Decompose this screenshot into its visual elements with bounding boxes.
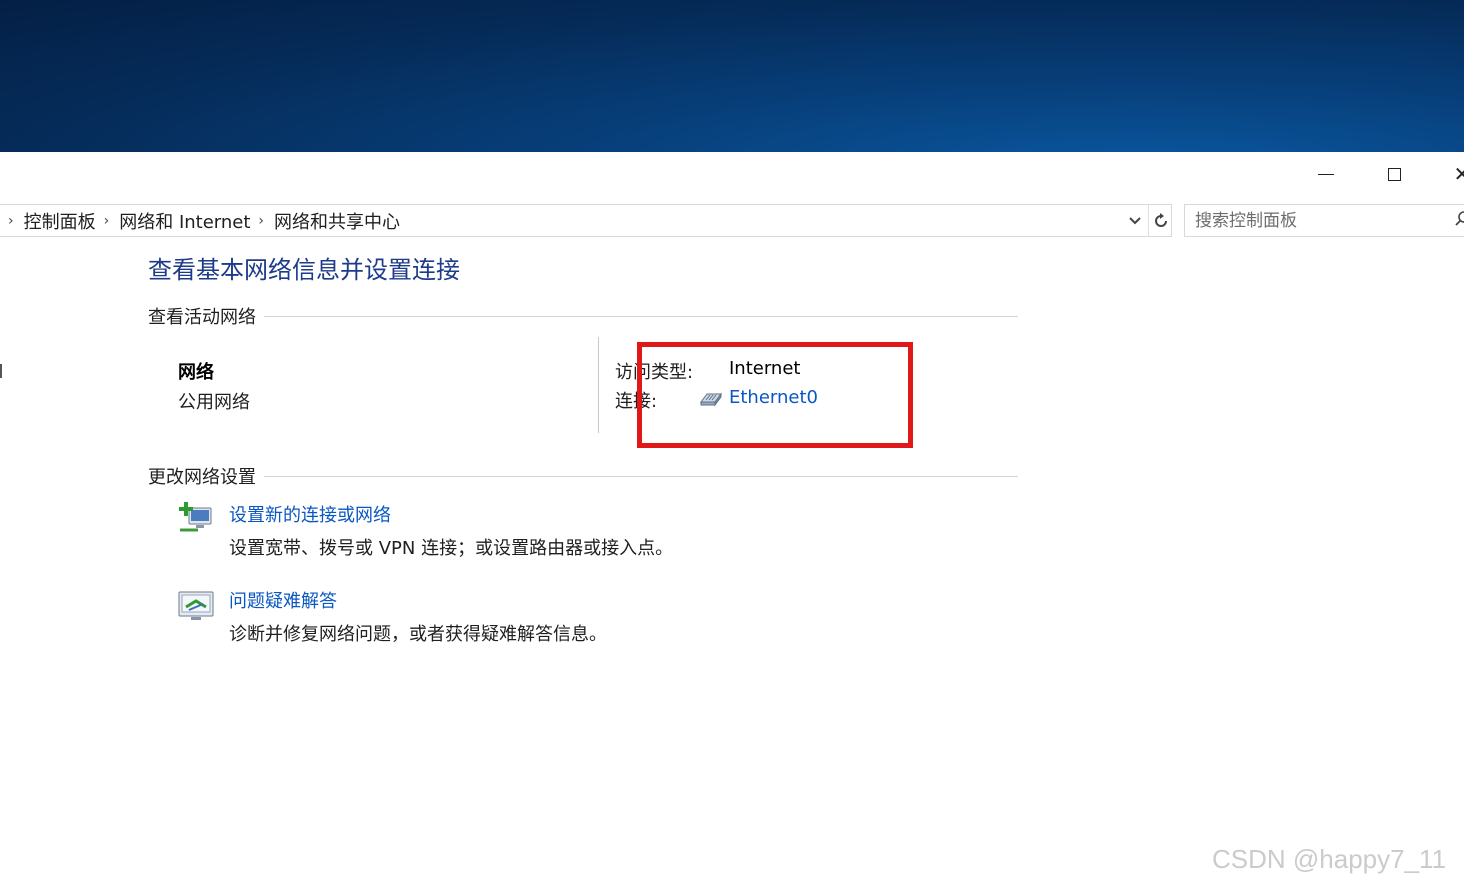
vertical-divider	[598, 337, 599, 433]
maximize-button[interactable]	[1360, 152, 1428, 196]
control-panel-window: ✕ › 控制面板 › 网络和 Internet › 网络和共享中心 查看基本网络…	[0, 152, 1464, 885]
maximize-icon	[1387, 167, 1401, 181]
breadcrumb-control-panel[interactable]: 控制面板	[24, 208, 96, 234]
chevron-right-icon[interactable]: ›	[8, 213, 14, 229]
network-name: 网络	[178, 362, 214, 383]
section-change-settings: 更改网络设置	[148, 463, 1018, 489]
watermark: CSDN @happy7_11	[1212, 844, 1447, 874]
breadcrumb-network-sharing-center[interactable]: 网络和共享中心	[274, 208, 400, 234]
breadcrumb-network-internet[interactable]: 网络和 Internet	[119, 208, 250, 234]
address-bar[interactable]: › 控制面板 › 网络和 Internet › 网络和共享中心	[0, 204, 1172, 237]
access-type-label: 访问类型:	[615, 362, 694, 383]
search-box[interactable]	[1184, 204, 1464, 237]
section-active-networks: 查看活动网络	[148, 303, 1018, 329]
troubleshoot-icon	[178, 591, 214, 620]
close-button[interactable]: ✕	[1428, 152, 1464, 196]
chevron-right-icon[interactable]: ›	[104, 213, 110, 229]
network-category-link[interactable]: 公用网络	[178, 388, 250, 414]
section-title: 查看活动网络	[148, 307, 256, 328]
section-divider	[264, 315, 1018, 317]
chevron-down-icon[interactable]	[1124, 205, 1146, 236]
ethernet-adapter-icon	[700, 392, 722, 407]
setup-new-connection-desc: 设置宽带、拨号或 VPN 连接；或设置路由器或接入点。	[229, 538, 674, 559]
access-type-value: Internet	[729, 358, 801, 379]
search-input[interactable]	[1185, 204, 1447, 237]
connection-label: 连接:	[615, 391, 658, 412]
section-divider	[264, 475, 1018, 477]
chevron-right-icon[interactable]: ›	[258, 213, 264, 229]
ethernet-connection-link[interactable]: Ethernet0	[729, 387, 818, 408]
minimize-button[interactable]	[1292, 152, 1360, 196]
sidebar-edge-mark	[0, 364, 5, 378]
section-title: 更改网络设置	[148, 467, 256, 488]
page-title: 查看基本网络信息并设置连接	[148, 256, 460, 284]
search-icon[interactable]	[1455, 211, 1464, 231]
troubleshoot-link[interactable]: 问题疑难解答	[229, 587, 337, 613]
refresh-icon[interactable]	[1148, 205, 1173, 236]
minimize-icon	[1318, 173, 1334, 175]
close-icon: ✕	[1453, 162, 1464, 186]
title-bar: ✕	[0, 152, 1464, 196]
desktop-background	[0, 0, 1464, 152]
setup-new-connection-link[interactable]: 设置新的连接或网络	[229, 501, 391, 527]
troubleshoot-desc: 诊断并修复网络问题，或者获得疑难解答信息。	[229, 624, 607, 645]
new-connection-icon	[179, 502, 212, 532]
